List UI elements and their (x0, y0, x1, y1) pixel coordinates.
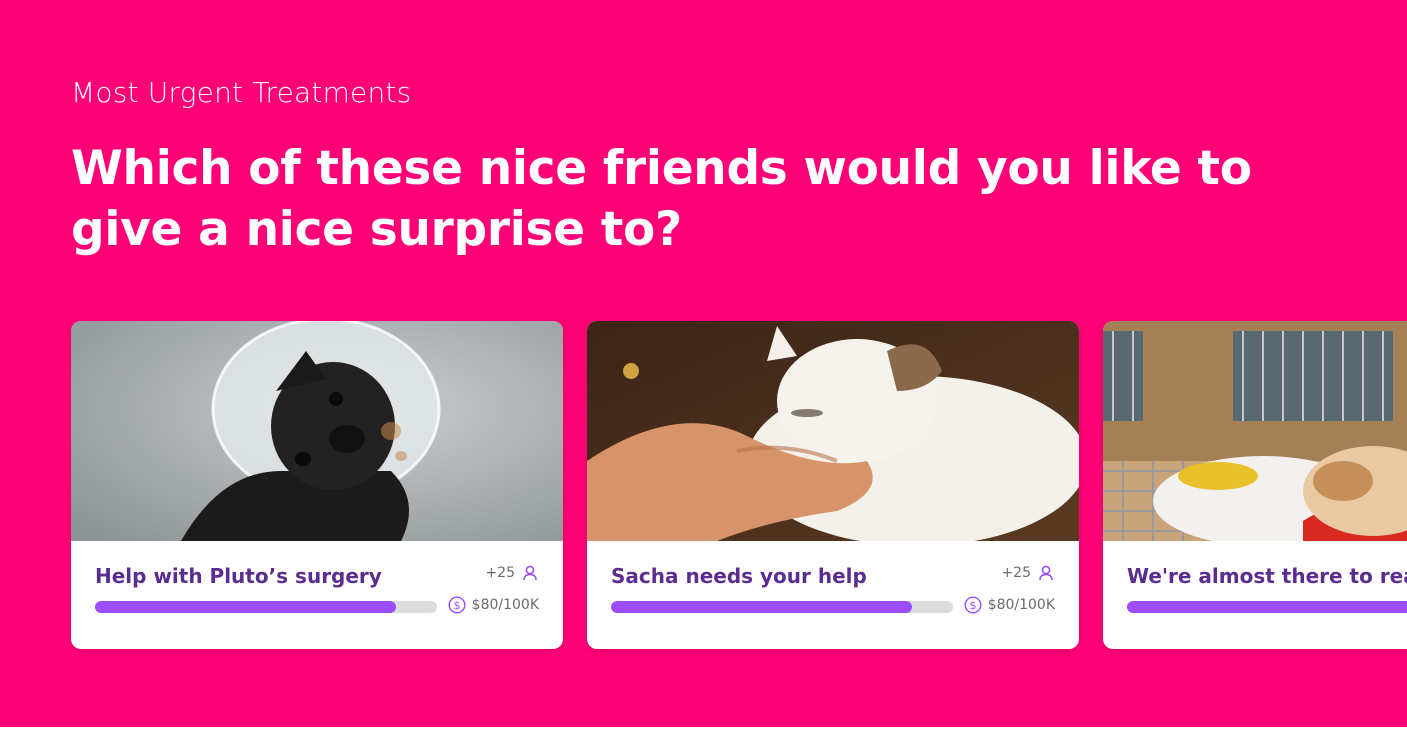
section-eyebrow: Most Urgent Treatments (71, 76, 412, 109)
funding-progress-fill (611, 601, 912, 613)
card-title: Sacha needs your help (611, 564, 867, 588)
supporters-count-label: +25 (485, 565, 515, 581)
funds-raised-label: $80/100K (471, 597, 539, 613)
dollar-icon: $ (448, 596, 466, 614)
funds-raised-label: $80/100K (987, 597, 1055, 613)
funding-progress-fill (95, 601, 396, 613)
user-icon (523, 565, 537, 581)
funding-progress-fill (1127, 601, 1407, 613)
puppy-in-kennel-image (1103, 321, 1407, 541)
svg-text:$: $ (969, 599, 976, 612)
treatment-card-sacha[interactable]: Sacha needs your help +25 $ $80/100K (587, 321, 1079, 649)
cat-being-petted-image (587, 321, 1079, 541)
card-title: We're almost there to reach (1127, 564, 1407, 588)
funds-raised: $ $80/100K (964, 596, 1055, 614)
supporters-count: +25 (485, 564, 539, 582)
treatment-card-pluto[interactable]: Help with Pluto’s surgery +25 $ $80/100K (71, 321, 563, 649)
pug-with-cone-image (71, 321, 563, 541)
funding-progress-bar (95, 601, 437, 613)
section-headline: Which of these nice friends would you li… (71, 141, 1252, 257)
user-icon (1039, 565, 1053, 581)
urgent-treatments-section: Most Urgent Treatments Which of these ni… (0, 0, 1407, 727)
funds-raised: $ $80/100K (448, 596, 539, 614)
dollar-icon: $ (964, 596, 982, 614)
supporters-count-label: +25 (1001, 565, 1031, 581)
svg-text:$: $ (453, 599, 460, 612)
card-title: Help with Pluto’s surgery (95, 564, 382, 588)
funding-progress-bar (611, 601, 953, 613)
supporters-count: +25 (1001, 564, 1055, 582)
funding-progress-bar (1127, 601, 1407, 613)
treatment-card-puppy[interactable]: We're almost there to reach (1103, 321, 1407, 649)
